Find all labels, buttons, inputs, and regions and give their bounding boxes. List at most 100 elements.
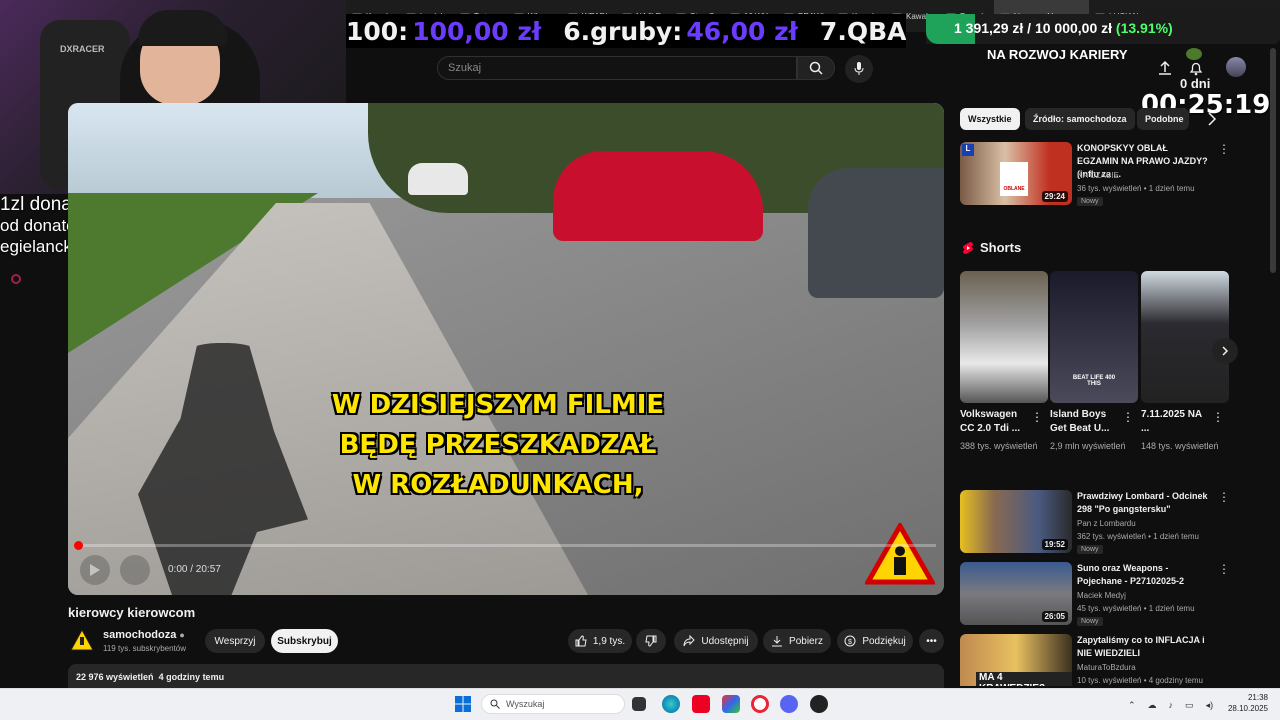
goal-current: 1 391,29 zł <box>954 20 1024 36</box>
short-title[interactable]: Volkswagen CC 2.0 Tdi ... <box>960 408 1030 436</box>
thumb-caption: MA 4 KRAWĘDZIE? <box>976 672 1072 686</box>
recommended-video[interactable]: 26:05 Suno oraz Weapons - Pojechane - P2… <box>960 562 1230 626</box>
thanks-button[interactable]: $ Podziękuj <box>837 629 913 653</box>
notifications-bell-icon[interactable] <box>1188 60 1204 76</box>
short-title[interactable]: 7.11.2025 NA ... <box>1141 408 1211 436</box>
task-view-icon[interactable] <box>632 697 646 711</box>
shorts-next-button[interactable] <box>1212 338 1238 364</box>
subscribe-button[interactable]: Subskrybuj <box>271 629 338 653</box>
rec-title[interactable]: Prawdziwy Lombard - Odcinek 298 "Po gang… <box>1077 490 1210 516</box>
search-button[interactable] <box>797 56 835 80</box>
new-badge: Nowy <box>1077 617 1103 626</box>
l-plate-icon: L <box>962 144 974 156</box>
progress-scrubber[interactable] <box>74 541 83 550</box>
description-box[interactable]: 22 976 wyświetleń 4 godziny temu <box>68 664 944 688</box>
more-options-icon[interactable]: ⋮ <box>1031 410 1043 424</box>
rec-channel[interactable]: NA CZASIE <box>1077 170 1119 182</box>
video-duration: 19:52 <box>1041 539 1068 550</box>
page-scrollbar[interactable] <box>1270 48 1276 273</box>
volume-icon[interactable]: ◂) <box>1206 700 1214 711</box>
recommended-video[interactable]: MA 4 KRAWĘDZIE? Zapytaliśmy co to INFLAC… <box>960 634 1220 686</box>
opera-icon[interactable] <box>751 695 769 713</box>
upload-icon[interactable] <box>1157 60 1173 76</box>
rec-title[interactable]: Suno oraz Weapons - Pojechane - P2710202… <box>1077 562 1210 588</box>
recommended-video[interactable]: 19:52 Prawdziwy Lombard - Odcinek 298 "P… <box>960 490 1230 554</box>
video-thumbnail[interactable]: L OBLANE 29:24 <box>960 142 1072 205</box>
thanks-label: Podziękuj <box>862 635 906 647</box>
network-icon[interactable]: ▭ <box>1185 700 1194 711</box>
thumb-sign: OBLANE <box>1000 162 1028 196</box>
chevron-right-icon <box>1222 346 1229 356</box>
upload-age: 4 godziny temu <box>158 672 225 682</box>
chip-related[interactable]: Podobne <box>1137 108 1189 130</box>
video-thumbnail[interactable]: 26:05 <box>960 562 1072 625</box>
rank6-amount: 46,00 zł <box>686 16 798 46</box>
play-button[interactable] <box>80 555 110 585</box>
chip-source[interactable]: Źródło: samochodoza <box>1025 108 1135 130</box>
edge-icon[interactable] <box>662 695 680 713</box>
short-thumbnail[interactable] <box>960 271 1048 403</box>
system-tray[interactable]: ⌃ ☁ ♪ ▭ ◂) <box>1128 700 1213 711</box>
video-timecode: 0:00 / 20:57 <box>168 564 221 575</box>
discord-icon[interactable] <box>780 695 798 713</box>
short-views: 2,9 mln wyświetleń <box>1050 441 1126 451</box>
shorts-label: Shorts <box>980 240 1022 255</box>
taskbar-clock[interactable]: 21:38 28.10.2025 <box>1222 692 1268 714</box>
microphone-icon[interactable]: ♪ <box>1169 700 1174 711</box>
shorts-heading: Shorts <box>962 240 1021 255</box>
rank6-label: 6.gruby: <box>563 16 683 46</box>
clock-time: 21:38 <box>1247 693 1268 702</box>
more-options-icon[interactable]: ⋮ <box>1218 142 1230 156</box>
next-button[interactable] <box>120 555 150 585</box>
search-input[interactable]: Szukaj <box>437 56 797 80</box>
voice-search-button[interactable] <box>845 55 873 83</box>
more-options-icon[interactable]: ⋮ <box>1218 562 1230 576</box>
rec-channel[interactable]: Pan z Lombardu <box>1077 518 1136 530</box>
download-button[interactable]: Pobierz <box>763 629 831 653</box>
taskbar-search-placeholder: Wyszukaj <box>506 699 545 709</box>
rec-channel[interactable]: MaturaToBzdura <box>1077 662 1136 674</box>
video-subtitle: W DZISIEJSZYM FILMIE BĘDĘ PRZESZKADZAŁ W… <box>298 385 698 505</box>
more-options-icon[interactable]: ⋮ <box>1218 490 1230 504</box>
recommended-video[interactable]: L OBLANE 29:24 KONOPSKYY OBLAŁ EGZAMIN N… <box>960 142 1230 206</box>
more-options-icon[interactable]: ⋮ <box>1122 410 1134 424</box>
more-actions-button[interactable]: ••• <box>919 629 944 653</box>
short-thumbnail[interactable]: BEAT LIFE 400 THIS <box>1050 271 1138 403</box>
rank5-amount: 100,00 zł <box>412 16 542 46</box>
verified-icon: ● <box>179 630 185 640</box>
channel-name[interactable]: samochodoza ● <box>103 629 185 641</box>
like-button[interactable]: 1,9 tys. <box>568 629 632 653</box>
app-icon[interactable] <box>722 695 740 713</box>
sidebar-icon[interactable] <box>11 274 21 284</box>
video-title: kierowcy kierowcom <box>68 605 196 620</box>
taskbar-search[interactable]: Wyszukaj <box>481 694 625 714</box>
chevron-up-icon[interactable]: ⌃ <box>1128 700 1136 711</box>
short-title[interactable]: Island Boys Get Beat U... <box>1050 408 1120 436</box>
goal-percent: (13.91%) <box>1115 20 1173 36</box>
video-thumbnail[interactable]: 19:52 <box>960 490 1072 553</box>
chevron-right-icon[interactable] <box>1207 112 1217 126</box>
youtube-app-icon[interactable] <box>692 695 710 713</box>
video-progress-bar[interactable] <box>74 541 936 550</box>
windows-start-icon[interactable] <box>455 696 471 712</box>
rec-meta: 10 tys. wyświetleń • 4 godziny temu <box>1077 676 1203 685</box>
donation-ranking-bar: 100: 100,00 zł 6.gruby: 46,00 zł 7.QBA <box>346 14 906 48</box>
rank5-label: 100: <box>346 16 409 46</box>
more-options-icon[interactable]: ⋮ <box>1218 634 1220 648</box>
clock-date: 28.10.2025 <box>1227 704 1268 713</box>
cloud-icon[interactable]: ☁ <box>1148 700 1157 711</box>
app-icon[interactable] <box>810 695 828 713</box>
stream-goal-title: NA ROZWOJ KARIERY <box>987 47 1128 62</box>
more-options-icon[interactable]: ⋮ <box>1212 410 1224 424</box>
dislike-button[interactable] <box>636 629 666 653</box>
video-thumbnail[interactable]: MA 4 KRAWĘDZIE? <box>960 634 1072 686</box>
video-player[interactable]: W DZISIEJSZYM FILMIE BĘDĘ PRZESZKADZAŁ W… <box>68 103 944 595</box>
share-button[interactable]: Udostępnij <box>674 629 758 653</box>
short-thumbnail[interactable] <box>1141 271 1229 403</box>
support-button[interactable]: Wesprzyj <box>205 629 265 653</box>
rec-title[interactable]: Zapytaliśmy co to INFLACJA i NIE WIEDZIE… <box>1077 634 1210 660</box>
channel-avatar[interactable] <box>70 628 94 652</box>
rec-channel[interactable]: Maciek Medyj <box>1077 590 1126 602</box>
account-avatar[interactable] <box>1226 57 1246 77</box>
chip-all[interactable]: Wszystkie <box>960 108 1020 130</box>
